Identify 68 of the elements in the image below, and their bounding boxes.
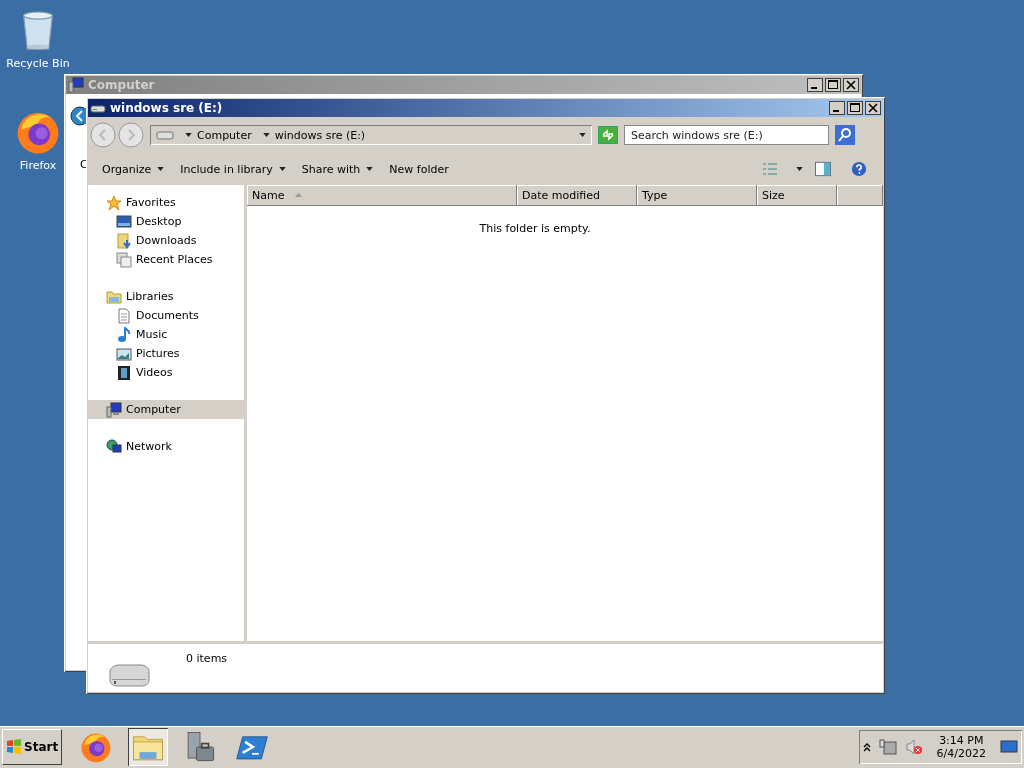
toolbar-label: C: [80, 158, 88, 171]
clock-date[interactable]: 6/4/2022: [936, 747, 986, 760]
help-icon[interactable]: [851, 161, 867, 177]
recent-places-icon: [116, 251, 132, 268]
caret-icon: [262, 133, 270, 137]
taskbar-button[interactable]: [128, 728, 169, 766]
caret-icon: [157, 167, 165, 171]
item-count: 0 items: [186, 652, 228, 665]
nav-item[interactable]: Music: [88, 325, 244, 344]
show-desktop-icon[interactable]: [1000, 740, 1018, 754]
film-icon: [116, 364, 132, 381]
search-icon[interactable]: [835, 125, 855, 145]
refresh-icon[interactable]: [598, 126, 618, 144]
caret-icon: [278, 167, 286, 171]
preview-pane-icon[interactable]: [815, 161, 831, 177]
drive-icon: [156, 129, 174, 141]
window-title: windows sre (E:): [110, 101, 223, 115]
nav-item[interactable]: Favorites: [88, 193, 244, 212]
search-field[interactable]: Search windows sre (E:): [624, 125, 829, 145]
folder-download-icon: [116, 232, 132, 249]
nav-item[interactable]: Downloads: [88, 231, 244, 250]
nav-item[interactable]: Computer: [88, 400, 244, 419]
star-icon: [106, 194, 122, 211]
libraries-folder-icon: [106, 288, 122, 305]
column-header[interactable]: Date modified: [517, 185, 637, 206]
caret-icon: [185, 133, 192, 137]
column-header[interactable]: Name: [247, 185, 517, 206]
start-button[interactable]: Start: [2, 729, 63, 765]
close-icon[interactable]: [865, 101, 881, 115]
network-icon[interactable]: [878, 739, 897, 755]
pictures-icon: [116, 345, 132, 362]
desktop-icon-label[interactable]: Firefox: [19, 159, 57, 172]
window-title: Computer: [88, 78, 155, 92]
column-header[interactable]: Size: [757, 185, 837, 206]
breadcrumb-item[interactable]: Computer: [197, 128, 252, 142]
caret-icon: [796, 167, 803, 171]
document-icon: [116, 307, 132, 324]
computer-icon: [106, 401, 122, 418]
address-bar[interactable]: Computer windows sre (E:): [150, 125, 592, 145]
clock-time[interactable]: 3:14 PM: [939, 734, 984, 747]
network-globe-icon: [106, 438, 122, 455]
maximize-icon[interactable]: [847, 101, 863, 115]
toolbar-button[interactable]: Organize: [96, 159, 171, 179]
chevron-up-icon[interactable]: [862, 742, 871, 752]
nav-item[interactable]: Libraries: [88, 287, 244, 306]
breadcrumb-item[interactable]: windows sre (E:): [274, 128, 366, 142]
nav-item[interactable]: Pictures: [88, 344, 244, 363]
drive-icon: [106, 662, 152, 688]
caret-icon: [366, 167, 374, 171]
music-note-icon: [116, 326, 132, 343]
nav-item[interactable]: Videos: [88, 363, 244, 382]
drive-icon: [90, 102, 106, 114]
nav-item[interactable]: Documents: [88, 306, 244, 325]
toolbar-button[interactable]: Include in library: [174, 159, 292, 179]
empty-folder-message: This folder is empty.: [478, 222, 592, 235]
desktop-icon-label[interactable]: Recycle Bin: [6, 57, 70, 70]
nav-item[interactable]: Network: [88, 437, 244, 456]
column-header[interactable]: Type: [637, 185, 757, 206]
nav-item[interactable]: Desktop: [88, 212, 244, 231]
minimize-icon[interactable]: [829, 101, 845, 115]
toolbar-button[interactable]: New folder: [383, 159, 455, 179]
windows-logo-icon: [6, 739, 22, 755]
computer-icon: [68, 77, 84, 93]
desktop-icon: [116, 213, 132, 230]
caret-icon: [579, 133, 586, 137]
nav-item[interactable]: Recent Places: [88, 250, 244, 269]
speaker-muted-icon[interactable]: [904, 739, 923, 755]
toolbar-button[interactable]: Share with: [295, 159, 380, 179]
